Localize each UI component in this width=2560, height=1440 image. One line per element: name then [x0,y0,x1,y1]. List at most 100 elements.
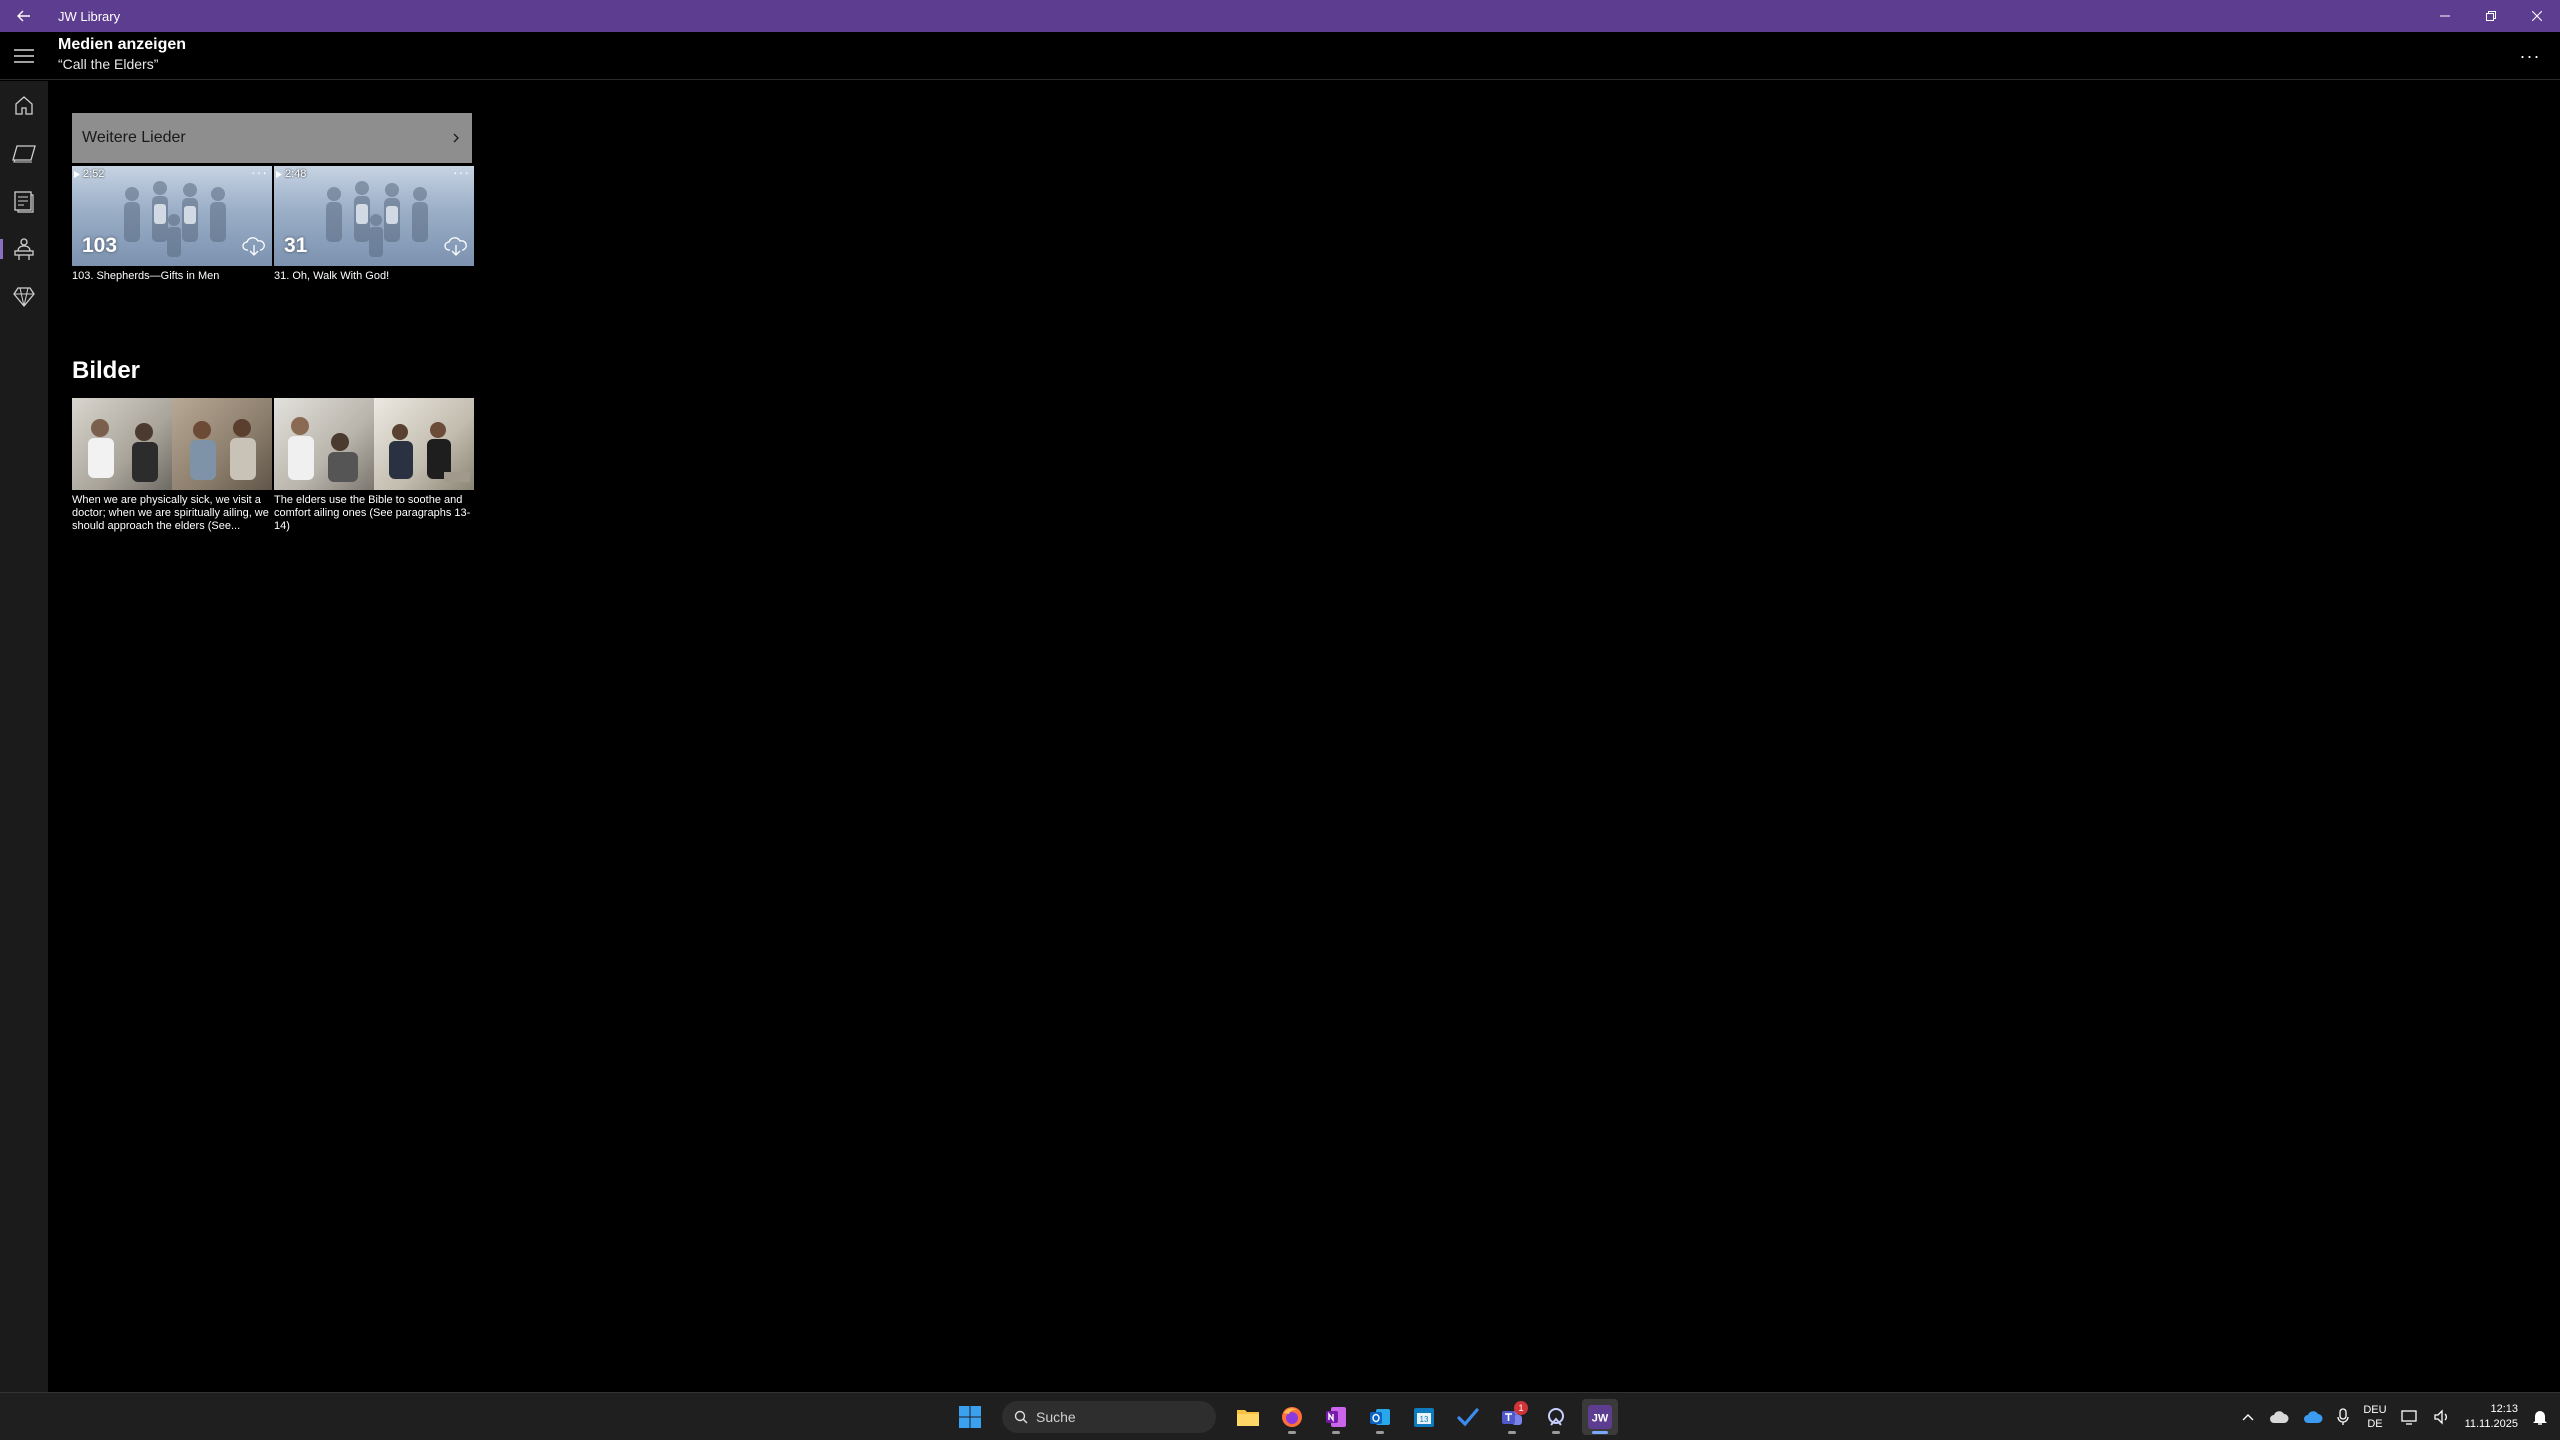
start-button[interactable] [952,1399,988,1435]
diamond-icon [13,287,35,308]
more-songs-label: Weitere Lieder [82,129,186,146]
image-thumbnail[interactable] [274,398,474,490]
outlook-icon [1370,1409,1390,1425]
system-tray: DEU DE 12:13 11.11.2025 [2241,1393,2560,1440]
cloud-download-icon [242,237,265,256]
running-indicator [1288,1431,1296,1434]
input-language-indicator[interactable]: DEU DE [2363,1403,2386,1431]
song-tile[interactable]: 2:48 ··· 31 31. Oh, Walk With God! [274,166,474,283]
restore-button[interactable] [2468,0,2514,32]
comfort-photo-right [374,398,474,490]
image-caption: The elders use the Bible to soothe and c… [274,494,471,532]
close-icon [2532,11,2542,21]
singers-illustration [326,181,428,257]
search-placeholder: Suche [1036,1409,1076,1425]
network-icon[interactable] [2400,1409,2419,1425]
song-tile[interactable]: 2:52 ··· 103 103. Shepherds—Gifts in Men [72,166,272,283]
download-button[interactable] [242,235,266,262]
microphone-icon[interactable] [2337,1408,2349,1426]
taskbar-outlook[interactable] [1362,1399,1398,1435]
taskbar-apps: Suche 13 1 JW [952,1393,1618,1440]
meetings-icon [14,238,34,260]
close-button[interactable] [2514,0,2560,32]
section-title-images: Bilder [72,357,141,384]
duration-label: 2:48 [276,168,306,180]
nav-item-personal-study[interactable] [0,273,48,321]
nav-item-bible[interactable] [0,129,48,177]
image-tile[interactable]: When we are physically sick, we visit a … [72,398,272,533]
home-icon [15,96,33,115]
taskbar-clock[interactable]: 12:13 11.11.2025 [2465,1402,2518,1432]
taskbar-jw-library[interactable]: JW [1582,1399,1618,1435]
tile-more-button[interactable]: ··· [453,166,470,180]
elders-reading-illustration [389,422,470,482]
search-icon [1014,1410,1028,1424]
title-bar: JW Library [0,0,2560,32]
image-caption: When we are physically sick, we visit a … [72,494,269,532]
back-button[interactable] [0,0,48,32]
chevron-right-icon [453,133,459,143]
nav-item-publications[interactable] [0,177,48,225]
main-content: Weitere Lieder 2:52 ··· 103 103. Shepher… [48,81,2560,1392]
taskbar-notepad[interactable] [1538,1399,1574,1435]
firefox-icon [1282,1407,1302,1427]
onedrive-icon[interactable] [2303,1410,2323,1424]
cloud-icon[interactable] [2269,1410,2289,1424]
running-indicator [1376,1431,1384,1434]
file-explorer-icon [1237,1410,1259,1426]
nav-item-home[interactable] [0,81,48,129]
song-caption: 103. Shepherds—Gifts in Men [72,270,220,282]
song-thumbnail[interactable]: 2:52 ··· 103 [72,166,272,266]
app-title: JW Library [58,8,121,24]
todo-icon [1457,1408,1479,1427]
taskbar-teams[interactable]: 1 [1494,1399,1530,1435]
bible-icon [12,145,36,163]
elders-illustration [190,419,256,480]
doctor-illustration [88,419,158,482]
image-tile[interactable]: The elders use the Bible to soothe and c… [274,398,474,533]
minimize-button[interactable] [2422,0,2468,32]
nav-item-meetings[interactable] [0,225,48,273]
running-indicator [1592,1431,1608,1434]
taskbar-firefox[interactable] [1274,1399,1310,1435]
menu-button[interactable] [0,32,48,80]
elders-visit-photo [172,398,272,490]
image-thumbnail[interactable] [72,398,272,490]
taskbar-calendar[interactable]: 13 [1406,1399,1442,1435]
song-number: 31 [284,234,308,257]
download-button[interactable] [444,235,468,262]
calendar-icon: 13 [1414,1408,1434,1427]
publications-icon [14,191,34,213]
jw-library-icon: JW [1588,1405,1612,1429]
play-icon [276,170,282,178]
more-options-button[interactable]: ··· [2510,38,2550,74]
notification-badge: 1 [1514,1401,1528,1415]
minimize-icon [2440,15,2450,17]
play-icon [74,170,80,178]
running-indicator [1552,1431,1560,1434]
onenote-icon [1326,1407,1346,1427]
svg-text:13: 13 [1420,1415,1429,1424]
song-caption: 31. Oh, Walk With God! [274,270,390,282]
notification-bell-icon[interactable] [2532,1408,2548,1426]
song-thumbnail[interactable]: 2:48 ··· 31 [274,166,474,266]
taskbar-onenote[interactable] [1318,1399,1354,1435]
left-navigation [0,81,48,1392]
svg-text:JW: JW [1592,1413,1609,1425]
taskbar-todo[interactable] [1450,1399,1486,1435]
more-songs-button[interactable]: Weitere Lieder [72,113,472,163]
windows-start-icon [959,1406,981,1428]
restore-icon [2486,11,2496,21]
taskbar-search[interactable]: Suche [1002,1401,1216,1433]
taskbar: Suche 13 1 JW DEU DE 12:13 11.11.2025 [0,1392,2560,1440]
singers-illustration [124,181,226,257]
back-arrow-icon [17,10,30,22]
taskbar-file-explorer[interactable] [1230,1399,1266,1435]
comfort-illustration [288,417,358,482]
volume-icon[interactable] [2433,1409,2451,1425]
page-header: Medien anzeigen “Call the Elders” ··· [0,32,2560,80]
page-title: Medien anzeigen [58,36,187,53]
doctor-visit-photo [72,398,172,490]
chevron-up-icon[interactable] [2241,1412,2255,1422]
tile-more-button[interactable]: ··· [251,166,268,180]
